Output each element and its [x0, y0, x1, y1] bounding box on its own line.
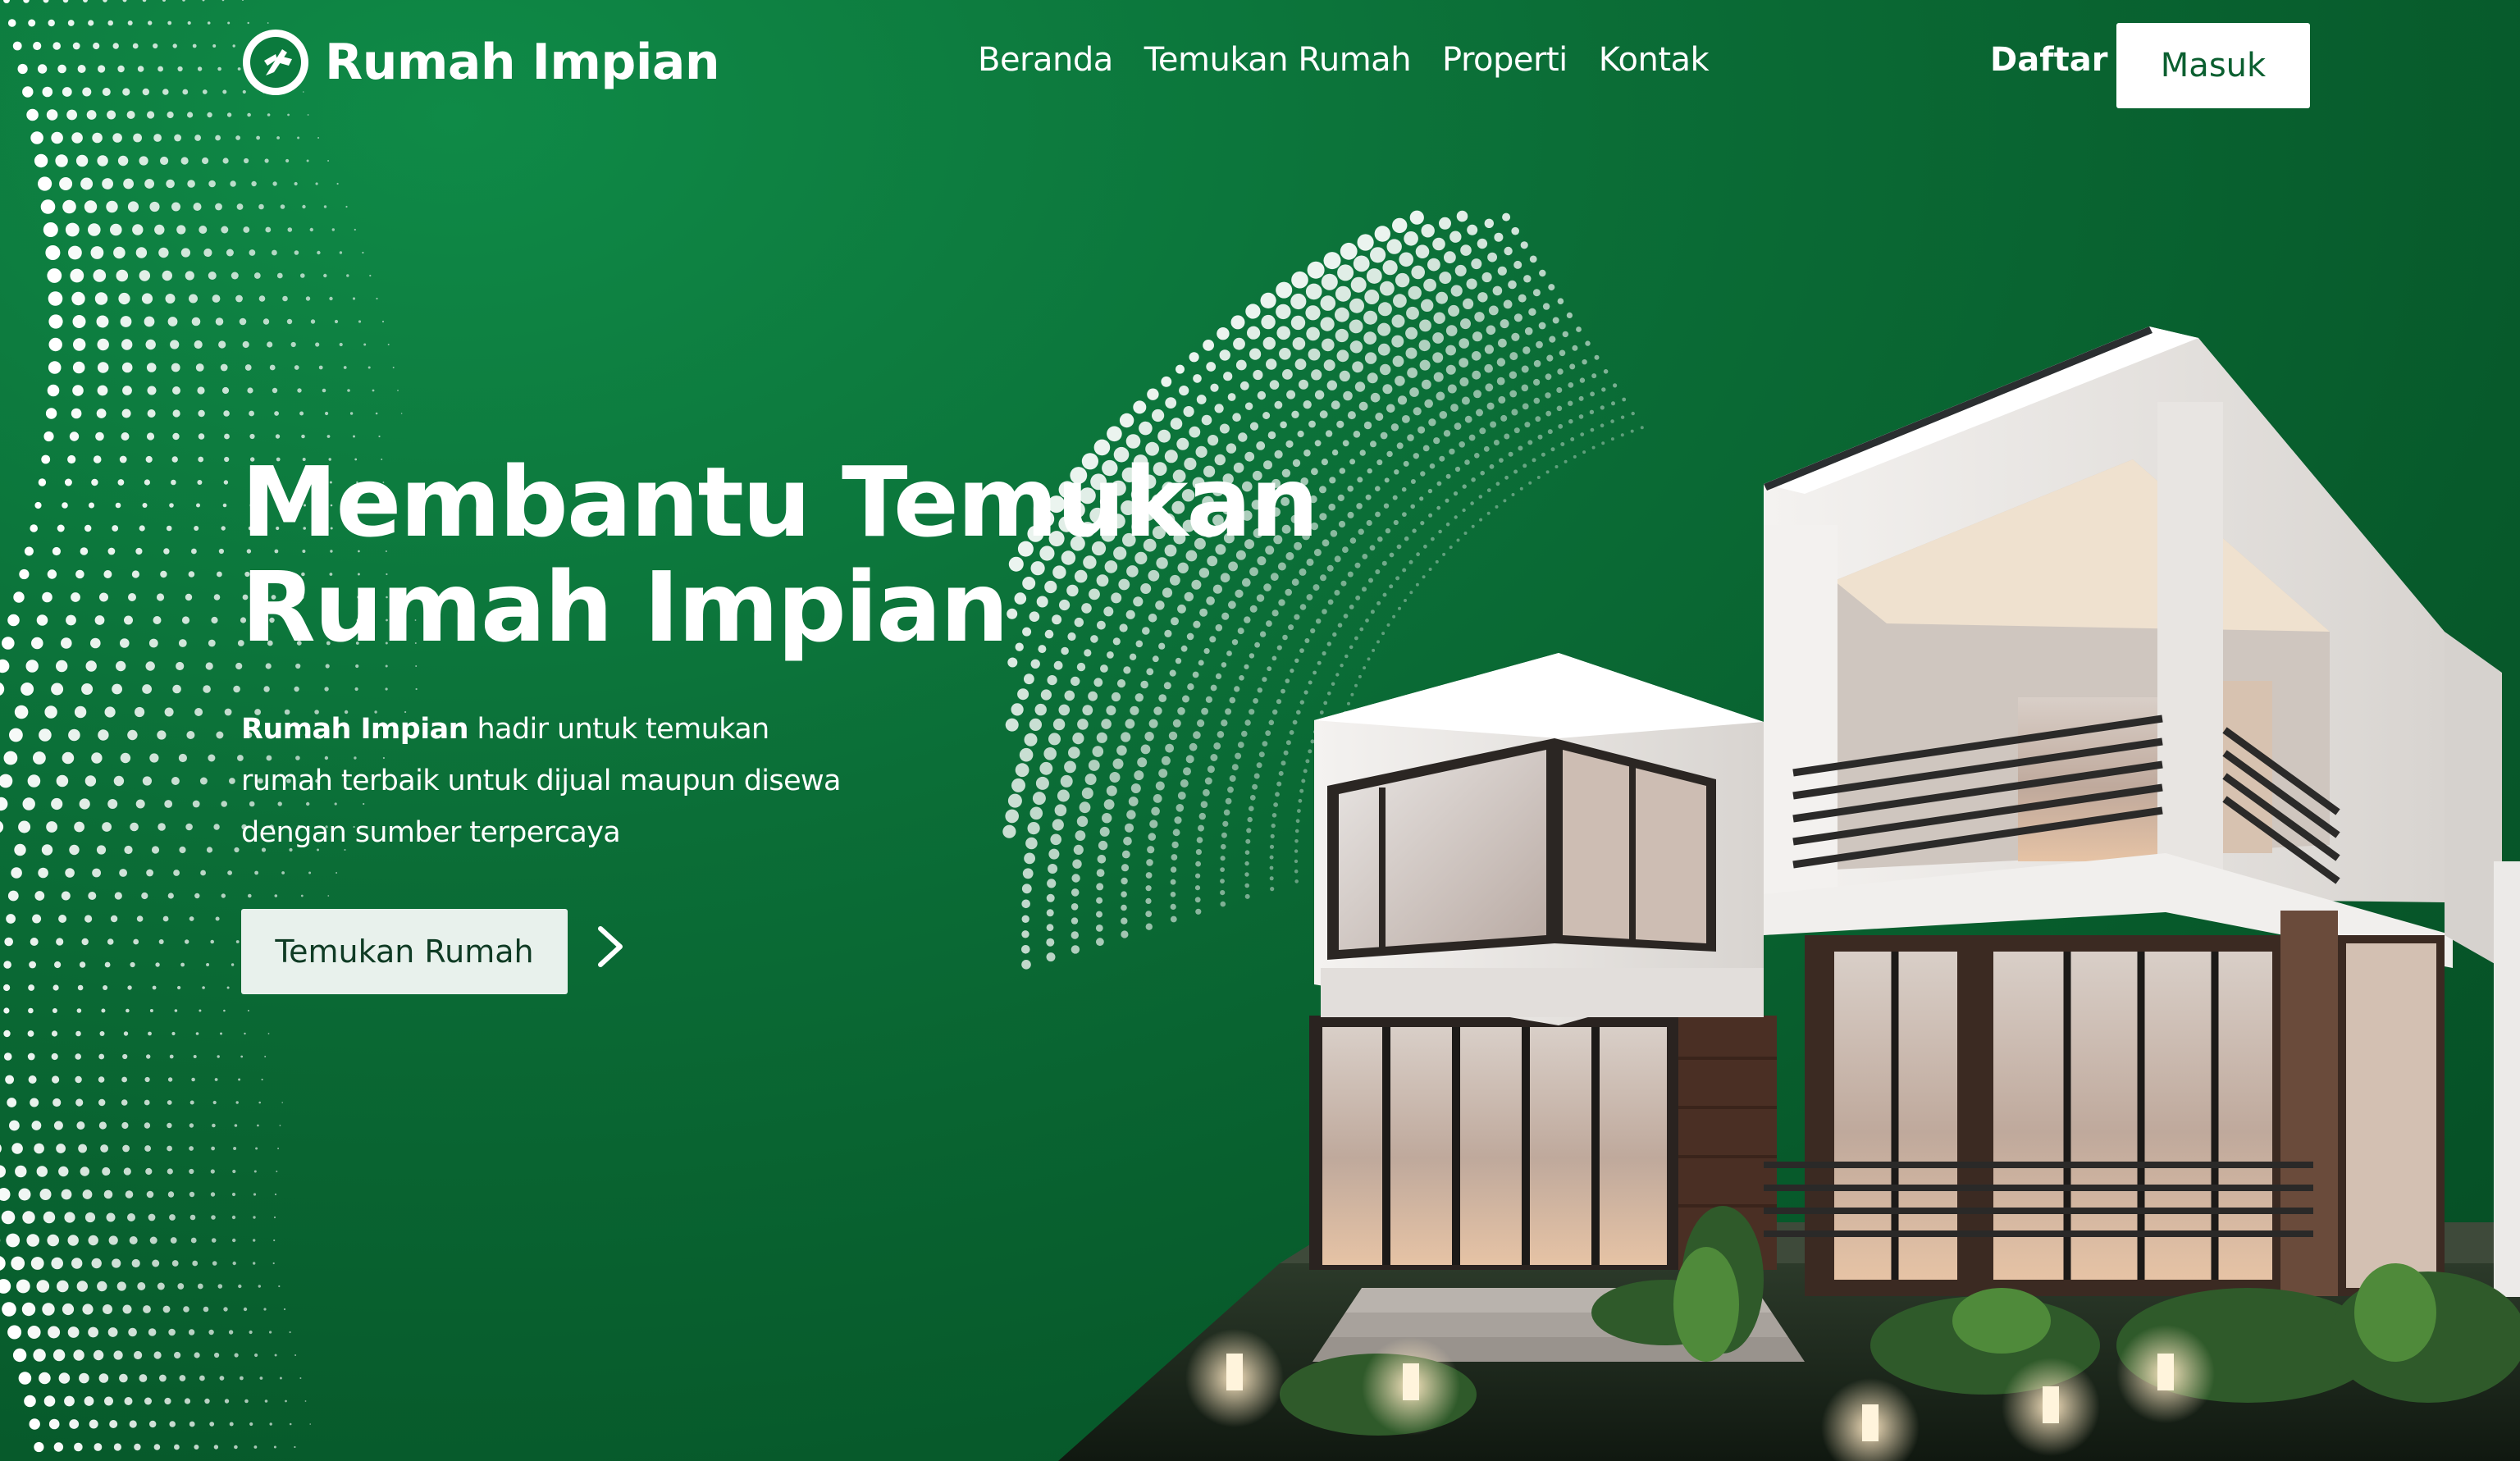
nav-link-temukan-rumah[interactable]: Temukan Rumah: [1144, 41, 1412, 79]
register-button[interactable]: Daftar: [1990, 41, 2107, 79]
hero-title: Membantu Temukan Rumah Impian: [241, 445, 1319, 664]
hero-description: Rumah Impian hadir untuk temukan rumah t…: [241, 704, 865, 859]
hero-title-line-2: Rumah Impian: [241, 550, 1009, 664]
hero-description-brand: Rumah Impian: [241, 713, 469, 746]
brand-logo-link[interactable]: Rumah Impian: [241, 28, 720, 97]
nav-link-beranda[interactable]: Beranda: [978, 41, 1113, 79]
find-house-button[interactable]: Temukan Rumah: [241, 909, 568, 994]
top-navigation: Rumah Impian Beranda Temukan Rumah Prope…: [0, 0, 2520, 131]
brand-name: Rumah Impian: [325, 34, 720, 91]
hero-title-line-1: Membantu Temukan: [241, 445, 1319, 559]
landing-page: Rumah Impian Beranda Temukan Rumah Prope…: [0, 0, 2520, 1461]
nav-link-kontak[interactable]: Kontak: [1599, 41, 1710, 79]
house-leaf-logo-icon: [243, 30, 308, 95]
login-button[interactable]: Masuk: [2116, 23, 2310, 108]
nav-link-properti[interactable]: Properti: [1442, 41, 1568, 79]
chevron-right-icon[interactable]: [592, 924, 628, 970]
main-menu: Beranda Temukan Rumah Properti Kontak: [978, 41, 1710, 79]
